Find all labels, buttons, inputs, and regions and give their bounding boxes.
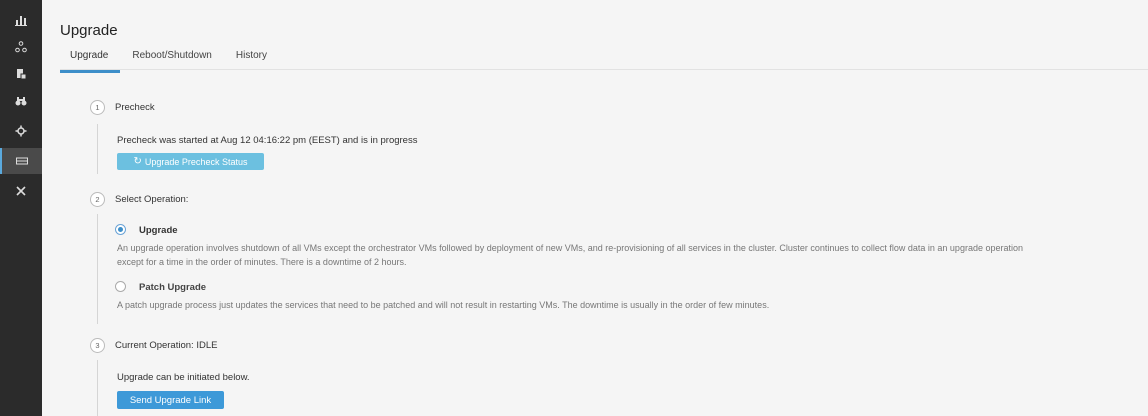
step-number-badge: 1 xyxy=(90,100,105,115)
upgrade-precheck-status-button[interactable]: ↻ Upgrade Precheck Status xyxy=(117,153,264,170)
tab-history[interactable]: History xyxy=(224,50,279,70)
description-line: An upgrade operation involves shutdown o… xyxy=(117,243,1023,253)
step-select-operation-header: 2 Select Operation: xyxy=(90,192,188,207)
topology-icon xyxy=(15,41,27,53)
patch-upgrade-option-description: A patch upgrade process just updates the… xyxy=(117,298,1148,312)
sidebar-item-monitor[interactable] xyxy=(0,88,42,114)
step-precheck-header: 1 Precheck xyxy=(90,100,155,115)
tools-icon xyxy=(16,186,26,196)
sidebar-item-dashboard[interactable] xyxy=(0,7,42,33)
sidebar xyxy=(0,0,42,416)
upgrade-option-label[interactable]: Upgrade xyxy=(139,225,178,236)
upgrade-info-text: Upgrade can be initiated below. xyxy=(117,372,250,383)
step-title: Select Operation: xyxy=(115,194,189,205)
refresh-icon: ↻ xyxy=(133,156,142,167)
sidebar-item-maintenance[interactable] xyxy=(0,148,42,174)
binoculars-icon xyxy=(15,97,27,106)
step-number-badge: 2 xyxy=(90,192,105,207)
sidebar-item-settings[interactable] xyxy=(0,118,42,144)
documents-icon xyxy=(17,69,27,80)
patch-upgrade-option-label[interactable]: Patch Upgrade xyxy=(139,282,206,293)
description-line: A patch upgrade process just updates the… xyxy=(117,300,770,310)
send-upgrade-link-button[interactable]: Send Upgrade Link xyxy=(117,391,224,409)
page-title: Upgrade xyxy=(60,22,118,39)
main-content: Upgrade Upgrade Reboot/Shutdown History … xyxy=(42,0,1148,416)
upgrade-radio[interactable] xyxy=(115,224,126,235)
step-title: Current Operation: IDLE xyxy=(115,340,218,351)
patch-upgrade-radio[interactable] xyxy=(115,281,126,292)
sidebar-item-documents[interactable] xyxy=(0,61,42,87)
description-line: except for a time in the order of minute… xyxy=(117,257,407,267)
tab-reboot-shutdown[interactable]: Reboot/Shutdown xyxy=(120,50,224,70)
step-title: Precheck xyxy=(115,102,155,113)
step-connector xyxy=(97,360,98,416)
sidebar-item-tools[interactable] xyxy=(0,178,42,204)
precheck-status-text: Precheck was started at Aug 12 04:16:22 … xyxy=(117,135,418,146)
step-number-badge: 3 xyxy=(90,338,105,353)
bar-chart-icon xyxy=(15,16,27,26)
button-label: Upgrade Precheck Status xyxy=(144,156,248,167)
gear-icon xyxy=(15,125,27,137)
upgrade-option-description: An upgrade operation involves shutdown o… xyxy=(117,241,1148,269)
server-icon xyxy=(16,157,28,165)
tab-divider xyxy=(60,69,1148,70)
step-current-operation-header: 3 Current Operation: IDLE xyxy=(90,338,217,353)
step-connector xyxy=(97,214,98,324)
step-connector xyxy=(97,124,98,174)
sidebar-item-topology[interactable] xyxy=(0,34,42,60)
